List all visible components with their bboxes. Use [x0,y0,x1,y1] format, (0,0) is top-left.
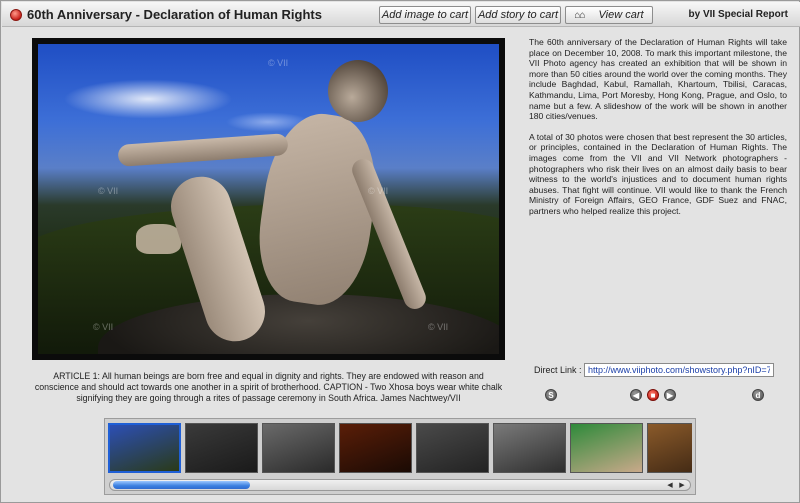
next-button[interactable]: ▶ [664,389,676,401]
close-icon[interactable] [10,9,22,21]
filmstrip: ◀ ▶ [104,418,696,495]
direct-link-field[interactable] [584,363,774,377]
add-image-to-cart-button[interactable]: Add image to cart [379,6,471,24]
article-paragraph-1: The 60th anniversary of the Declaration … [529,37,787,122]
title-bar: 60th Anniversary - Declaration of Human … [2,2,800,27]
cart-icon: ⌂⌂ [574,9,585,21]
previous-button[interactable]: ◀ [630,389,642,401]
filmstrip-thumbnail[interactable] [416,423,489,473]
photo-figure-head [328,60,388,122]
photo-caption: ARTICLE 1: All human beings are born fre… [34,371,503,403]
watermark: © VII [268,58,289,68]
add-story-label: Add story to cart [477,9,559,21]
filmstrip-thumbnail[interactable] [493,423,566,473]
stop-button[interactable]: ■ [647,389,659,401]
filmstrip-thumbnail[interactable] [262,423,335,473]
add-image-label: Add image to cart [381,9,469,21]
scrollbar-thumb[interactable] [113,481,250,489]
scroll-right-arrow[interactable]: ▶ [676,480,688,490]
article-text: The 60th anniversary of the Declaration … [529,37,787,217]
main-photo-frame: © VII © VII © VII © VII © VII [32,38,505,360]
watermark: © VII [368,186,389,196]
filmstrip-thumbnail[interactable] [647,423,692,473]
article-paragraph-2: A total of 30 photos were chosen that be… [529,131,787,216]
thumbnail-strip [108,423,692,475]
add-story-to-cart-button[interactable]: Add story to cart [475,6,561,24]
photo-background-figure [136,224,181,254]
download-button[interactable]: d [752,389,764,401]
watermark: © VII [428,322,449,332]
photo-figure-arm [117,133,289,167]
watermark: © VII [98,186,119,196]
filmstrip-thumbnail[interactable] [185,423,258,473]
view-cart-button[interactable]: ⌂⌂ View cart [565,6,653,24]
filmstrip-thumbnail[interactable] [339,423,412,473]
page-title: 60th Anniversary - Declaration of Human … [27,7,322,22]
app-window: 60th Anniversary - Declaration of Human … [0,0,800,503]
watermark: © VII [93,322,114,332]
brand-label: by VII Special Report [688,9,788,20]
direct-link-label: Direct Link : [534,365,582,375]
slideshow-button[interactable]: S [545,389,557,401]
filmstrip-scrollbar[interactable]: ◀ ▶ [109,479,691,491]
filmstrip-thumbnail[interactable] [108,423,181,473]
scroll-left-arrow[interactable]: ◀ [664,480,676,490]
main-photo[interactable]: © VII © VII © VII © VII © VII [38,44,499,354]
filmstrip-thumbnail[interactable] [570,423,643,473]
view-cart-label: View cart [598,9,644,21]
